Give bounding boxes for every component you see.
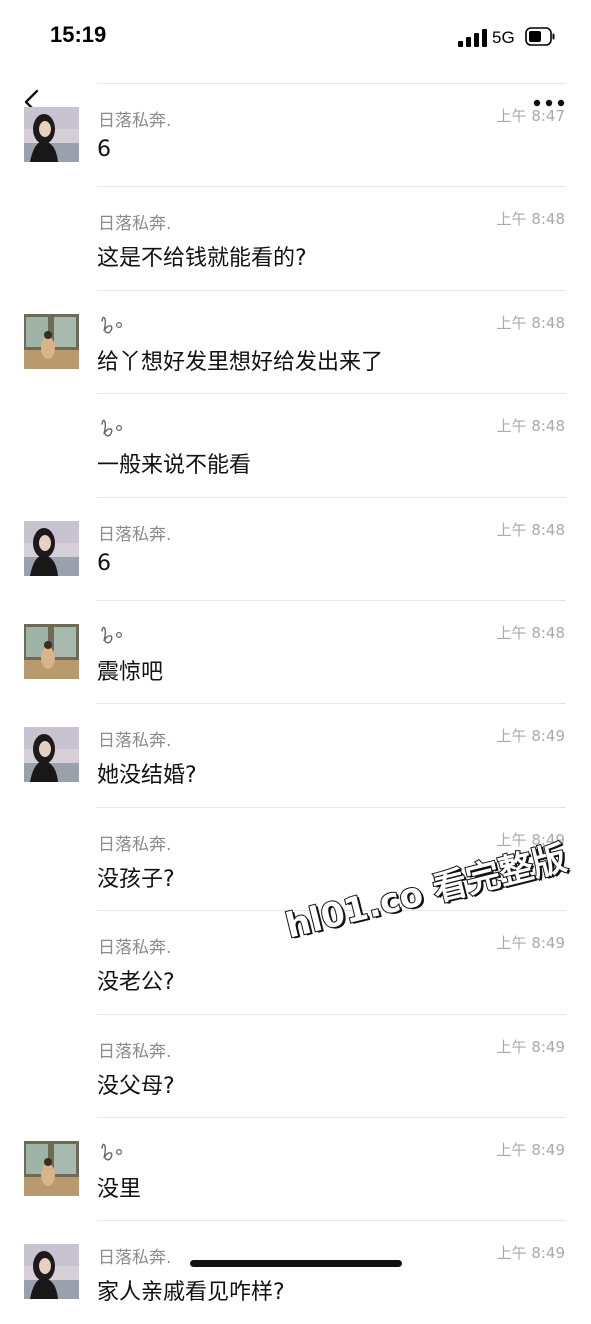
message-row[interactable]: 日落私奔. 上午 8:49 她没结婚? bbox=[0, 703, 591, 806]
signal-strength-icon bbox=[458, 29, 487, 47]
sender-name: 日落私奔. bbox=[98, 834, 172, 855]
message-time: 上午 8:47 bbox=[496, 107, 565, 125]
squiggle-icon bbox=[98, 416, 124, 438]
message-row[interactable]: 上午 8:48 一般来说不能看 bbox=[0, 393, 591, 496]
message-text: 6 bbox=[97, 137, 111, 162]
sender-name: 日落私奔. bbox=[98, 1248, 172, 1269]
row-divider bbox=[97, 1013, 566, 1015]
message-time: 上午 8:48 bbox=[496, 624, 565, 642]
message-row[interactable]: 上午 8:48 给丫想好发里想好给发出来了 bbox=[0, 289, 591, 393]
battery-icon bbox=[525, 27, 555, 46]
avatar[interactable] bbox=[24, 520, 79, 576]
message-time: 上午 8:48 bbox=[496, 520, 565, 539]
row-divider bbox=[97, 83, 566, 84]
row-divider bbox=[97, 806, 566, 808]
message-time: 上午 8:49 bbox=[496, 727, 565, 746]
row-divider bbox=[97, 186, 566, 188]
message-text: 没老公? bbox=[97, 970, 175, 996]
sender-name: 日落私奔. bbox=[98, 938, 172, 959]
message-time: 上午 8:48 bbox=[496, 313, 565, 332]
message-time: 上午 8:49 bbox=[496, 1244, 565, 1263]
row-divider bbox=[97, 703, 566, 705]
message-text: 没里 bbox=[97, 1177, 142, 1202]
network-type: 5G bbox=[492, 28, 515, 47]
message-row[interactable]: 日落私奔. 上午 8:49 没父母? bbox=[0, 1013, 591, 1117]
home-indicator bbox=[190, 1260, 402, 1267]
message-text: 一般来说不能看 bbox=[97, 453, 252, 479]
sender-name: 日落私奔. bbox=[98, 731, 172, 752]
squiggle-icon bbox=[98, 313, 124, 335]
avatar[interactable] bbox=[24, 624, 79, 679]
message-row[interactable]: 日落私奔. 上午 8:49 家人亲戚看见咋样? bbox=[0, 1220, 591, 1323]
message-time: 上午 8:48 bbox=[496, 210, 565, 229]
row-divider bbox=[97, 600, 566, 601]
message-row[interactable]: 日落私奔. 上午 8:48 6 bbox=[0, 496, 591, 600]
squiggle-icon bbox=[98, 623, 124, 645]
sender-name: 日落私奔. bbox=[98, 524, 172, 545]
message-text: 震惊吧 bbox=[97, 660, 164, 685]
message-row[interactable]: 日落私奔. 上午 8:47 6 bbox=[0, 83, 591, 186]
message-row[interactable]: 日落私奔. 上午 8:48 这是不给钱就能看的? bbox=[0, 186, 591, 289]
message-text: 没父母? bbox=[97, 1073, 175, 1099]
sender-name: 日落私奔. bbox=[98, 1041, 172, 1062]
message-row[interactable]: 上午 8:48 震惊吧 bbox=[0, 600, 591, 703]
message-time: 上午 8:49 bbox=[496, 1141, 565, 1159]
squiggle-icon bbox=[98, 1140, 124, 1162]
row-divider bbox=[97, 1117, 566, 1118]
message-row[interactable]: 上午 8:49 没里 bbox=[0, 1117, 591, 1220]
sender-name: 日落私奔. bbox=[98, 111, 172, 131]
message-text: 给丫想好发里想好给发出来了 bbox=[97, 349, 384, 375]
message-time: 上午 8:49 bbox=[496, 934, 565, 953]
sender-name: 日落私奔. bbox=[98, 214, 172, 235]
message-time: 上午 8:48 bbox=[496, 417, 565, 436]
avatar[interactable] bbox=[24, 727, 79, 783]
row-divider bbox=[97, 496, 566, 498]
row-divider bbox=[97, 289, 566, 291]
message-text: 她没结婚? bbox=[97, 763, 197, 789]
message-text: 这是不给钱就能看的? bbox=[97, 246, 307, 272]
avatar[interactable] bbox=[24, 313, 79, 369]
row-divider bbox=[97, 1220, 566, 1222]
avatar[interactable] bbox=[24, 107, 79, 162]
status-time: 15:19 bbox=[50, 22, 107, 47]
message-text: 家人亲戚看见咋样? bbox=[97, 1280, 285, 1306]
message-text: 没孩子? bbox=[97, 866, 175, 892]
avatar[interactable] bbox=[24, 1141, 79, 1196]
message-time: 上午 8:49 bbox=[496, 1037, 565, 1056]
avatar[interactable] bbox=[24, 1244, 79, 1300]
row-divider bbox=[97, 393, 566, 395]
status-bar: 15:19 5G bbox=[0, 0, 591, 76]
message-text: 6 bbox=[97, 550, 111, 576]
